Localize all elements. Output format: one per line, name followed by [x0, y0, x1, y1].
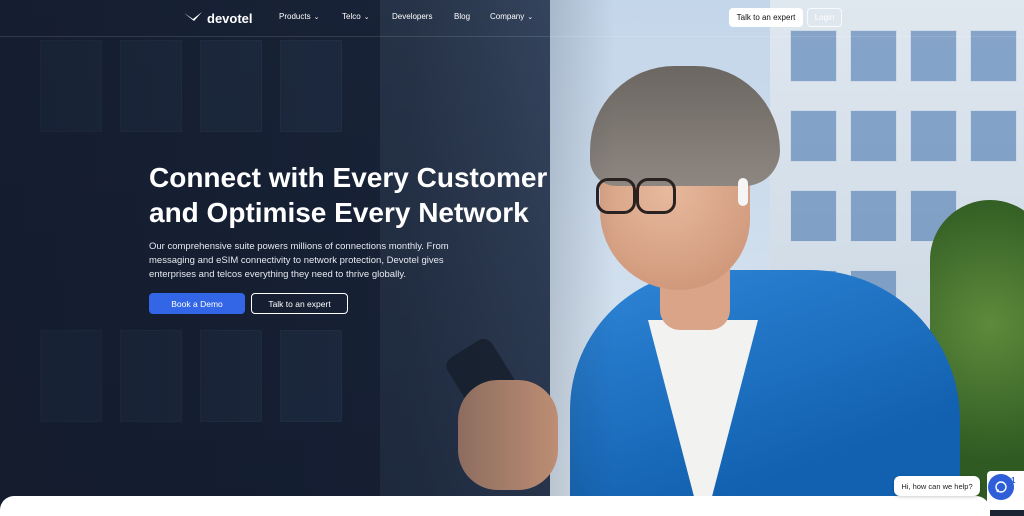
- login-button[interactable]: Login: [807, 8, 842, 27]
- hero-title: Connect with Every Customer and Optimise…: [149, 160, 579, 230]
- nav-item-label: Blog: [454, 12, 471, 21]
- nav-item-telco[interactable]: Telco ⌄: [342, 12, 370, 21]
- nav-item-label: Telco: [342, 12, 361, 21]
- book-demo-button[interactable]: Book a Demo: [149, 293, 245, 314]
- nav-item-label: Developers: [392, 12, 433, 21]
- top-nav: devotel Products ⌄ Telco ⌄ Developers Bl…: [0, 0, 1024, 37]
- next-section-edge: [0, 496, 990, 516]
- devotel-logo-icon: [184, 12, 202, 21]
- chevron-down-icon: ⌄: [363, 13, 370, 21]
- nav-item-company[interactable]: Company ⌄: [490, 12, 533, 21]
- chat-prompt[interactable]: Hi, how can we help?: [894, 476, 980, 496]
- logo[interactable]: devotel: [183, 10, 253, 26]
- nav-item-products[interactable]: Products ⌄: [279, 12, 319, 21]
- logo-text: devotel: [207, 10, 253, 26]
- nav-item-label: Company: [490, 12, 525, 21]
- talk-to-expert-button[interactable]: Talk to an expert: [251, 293, 348, 314]
- chevron-down-icon: ⌄: [527, 13, 534, 21]
- hero-title-line1: Connect with Every Customer: [149, 162, 548, 193]
- nav-item-label: Products: [279, 12, 311, 21]
- chat-notification-badge: 1: [1011, 476, 1016, 485]
- chat-bubble-icon: [995, 481, 1007, 493]
- chevron-down-icon: ⌄: [313, 13, 320, 21]
- talk-to-expert-nav-button[interactable]: Talk to an expert: [729, 8, 803, 27]
- hero-subtitle: Our comprehensive suite powers millions …: [149, 241, 449, 280]
- nav-item-blog[interactable]: Blog: [454, 12, 470, 21]
- nav-item-developers[interactable]: Developers: [392, 12, 432, 21]
- hero-title-line2: and Optimise Every Network: [149, 197, 529, 228]
